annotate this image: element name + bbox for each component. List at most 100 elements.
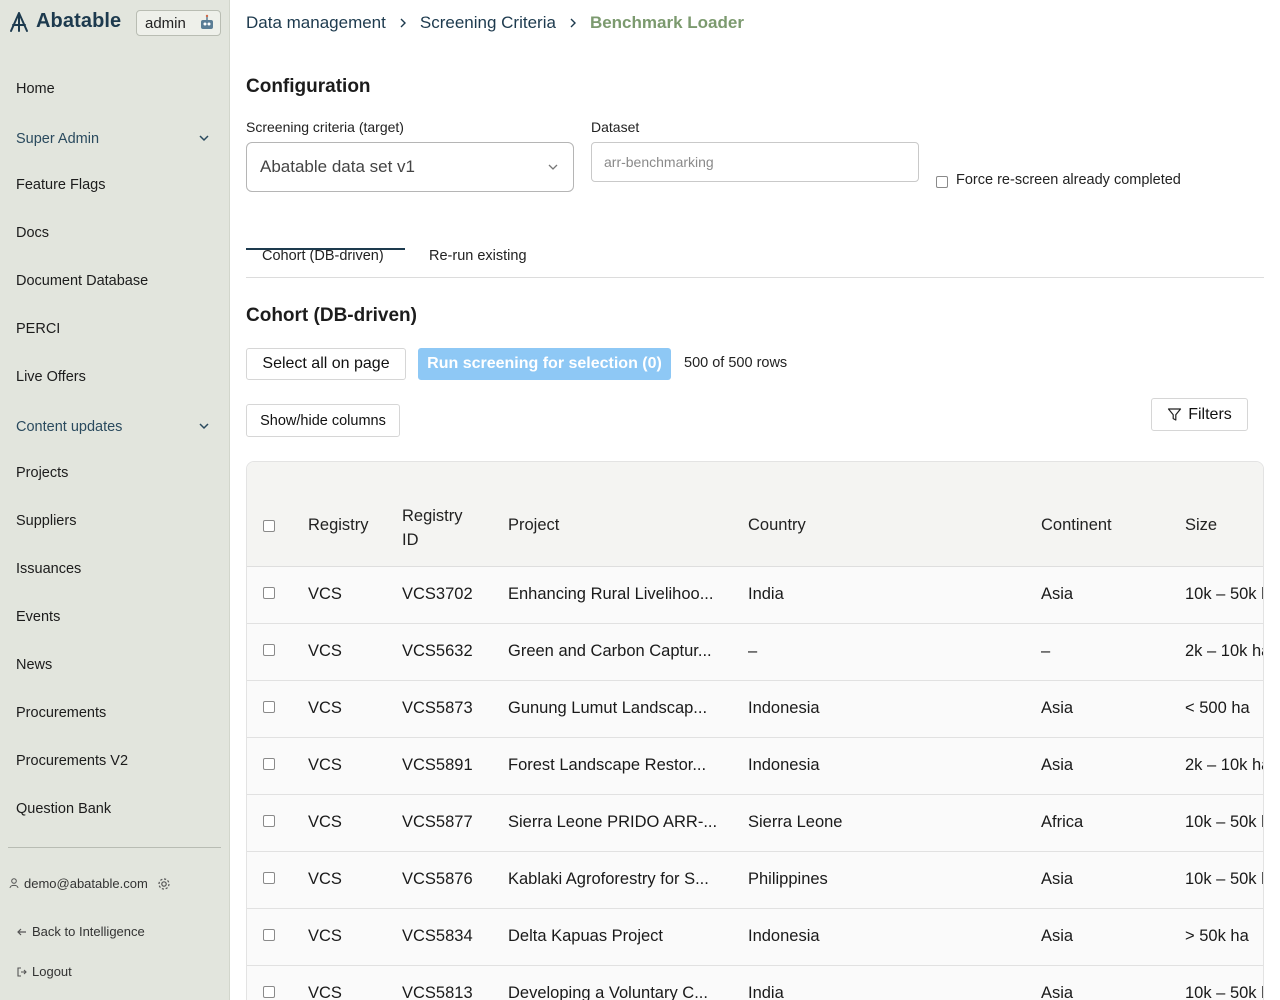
cell-size: > 50k ha [1185, 927, 1249, 945]
sidebar-item-perci[interactable]: PERCI [16, 321, 60, 337]
cell-registry: VCS [308, 585, 342, 603]
cell-project: Enhancing Rural Livelihoo... [508, 585, 714, 603]
cell-project: Gunung Lumut Landscap... [508, 699, 708, 717]
row-checkbox[interactable] [263, 758, 275, 770]
sidebar-item-home[interactable]: Home [16, 81, 55, 97]
force-rescreen-label: Force re-screen already completed [956, 172, 1181, 188]
screening-criteria-value: Abatable data set v1 [260, 157, 416, 176]
column-header-registry-id[interactable]: Registry ID [402, 504, 463, 552]
table-row[interactable]: VCS VCS5876 Kablaki Agroforestry for S..… [247, 852, 1263, 909]
row-checkbox[interactable] [263, 587, 275, 599]
sidebar-item-feature-flags[interactable]: Feature Flags [16, 177, 105, 193]
row-checkbox[interactable] [263, 815, 275, 827]
admin-badge[interactable]: admin [136, 10, 221, 36]
cell-continent: – [1041, 642, 1051, 660]
tab-cohort[interactable]: Cohort (DB-driven) [262, 248, 384, 264]
configuration-heading: Configuration [246, 76, 371, 97]
table-row[interactable]: VCS VCS5632 Green and Carbon Captur... –… [247, 624, 1263, 681]
table-row[interactable]: VCS VCS5834 Delta Kapuas Project Indones… [247, 909, 1263, 966]
column-header-country[interactable]: Country [748, 516, 806, 535]
tab-bar: Cohort (DB-driven) Re-run existing [246, 238, 1264, 278]
filters-button[interactable]: Filters [1151, 398, 1248, 431]
cell-project: Sierra Leone PRIDO ARR-... [508, 813, 718, 831]
screening-criteria-label: Screening criteria (target) [246, 119, 404, 135]
cohort-heading: Cohort (DB-driven) [246, 305, 417, 326]
sidebar-item-issuances[interactable]: Issuances [16, 561, 81, 577]
chevron-right-icon [570, 18, 576, 28]
dataset-input[interactable] [591, 142, 919, 182]
cell-registry-id: VCS5877 [402, 813, 473, 831]
column-header-project[interactable]: Project [508, 516, 559, 535]
cell-size: < 500 ha [1185, 699, 1250, 717]
cell-continent: Asia [1041, 699, 1074, 717]
column-header-registry[interactable]: Registry [308, 516, 369, 535]
cell-registry: VCS [308, 927, 342, 945]
chevron-down-icon[interactable] [198, 420, 210, 432]
chevron-down-icon[interactable] [198, 132, 210, 144]
sidebar-item-docs[interactable]: Docs [16, 225, 49, 241]
select-all-rows-checkbox[interactable] [263, 520, 275, 532]
chevron-right-icon [400, 18, 406, 28]
sidebar-item-procurements-v2[interactable]: Procurements V2 [16, 753, 128, 769]
sidebar-divider [8, 847, 221, 848]
cell-registry-id: VCS5834 [402, 927, 473, 945]
cell-registry-id: VCS5813 [402, 984, 473, 1000]
cell-country: Indonesia [748, 756, 820, 774]
column-header-registry-id-line1: Registry [402, 507, 463, 525]
cell-country: Indonesia [748, 699, 820, 717]
table-row[interactable]: VCS VCS5813 Developing a Voluntary C... … [247, 966, 1263, 1000]
sidebar-item-events[interactable]: Events [16, 609, 60, 625]
show-hide-columns-button[interactable]: Show/hide columns [246, 404, 400, 437]
sidebar-item-question-bank[interactable]: Question Bank [16, 801, 111, 817]
logout-icon [17, 966, 27, 977]
tab-rerun-existing[interactable]: Re-run existing [429, 248, 527, 264]
run-screening-button[interactable]: Run screening for selection (0) [418, 348, 671, 380]
cell-project: Green and Carbon Captur... [508, 642, 712, 660]
cell-continent: Asia [1041, 984, 1074, 1000]
cell-registry: VCS [308, 699, 342, 717]
logout-link[interactable]: Logout [17, 964, 72, 979]
admin-badge-label: admin [145, 14, 186, 32]
rows-count: 500 of 500 rows [684, 355, 788, 371]
table-row[interactable]: VCS VCS5873 Gunung Lumut Landscap... Ind… [247, 681, 1263, 738]
breadcrumb-data-management[interactable]: Data management [246, 13, 386, 33]
sidebar-item-document-database[interactable]: Document Database [16, 273, 148, 289]
sidebar-item-projects[interactable]: Projects [16, 465, 68, 481]
force-rescreen-checkbox[interactable] [936, 176, 948, 188]
cell-size: 10k – 50k ha [1185, 984, 1263, 1000]
cell-registry: VCS [308, 870, 342, 888]
sidebar-item-procurements[interactable]: Procurements [16, 705, 106, 721]
row-checkbox[interactable] [263, 701, 275, 713]
row-checkbox[interactable] [263, 644, 275, 656]
brand-name: Abatable [36, 10, 122, 32]
row-checkbox[interactable] [263, 872, 275, 884]
table-row[interactable]: VCS VCS5877 Sierra Leone PRIDO ARR-... S… [247, 795, 1263, 852]
force-rescreen-option[interactable]: Force re-screen already completed [936, 172, 1181, 188]
table-row[interactable]: VCS VCS5891 Forest Landscape Restor... I… [247, 738, 1263, 795]
cell-size: 10k – 50k ha [1185, 585, 1263, 603]
cell-size: 10k – 50k ha [1185, 870, 1263, 888]
robot-icon [201, 14, 213, 29]
row-checkbox[interactable] [263, 986, 275, 998]
table-row[interactable]: VCS VCS3702 Enhancing Rural Livelihoo...… [247, 567, 1263, 624]
column-header-continent[interactable]: Continent [1041, 516, 1112, 535]
select-all-button[interactable]: Select all on page [246, 348, 406, 380]
cell-project: Forest Landscape Restor... [508, 756, 707, 774]
screening-criteria-select[interactable]: Abatable data set v1 [246, 142, 574, 192]
back-to-intelligence-label: Back to Intelligence [32, 924, 145, 939]
filter-icon [1168, 408, 1182, 421]
sidebar-item-news[interactable]: News [16, 657, 52, 673]
gear-icon[interactable] [157, 877, 171, 891]
active-tab-indicator [246, 248, 405, 250]
sidebar-item-super-admin[interactable]: Super Admin [16, 131, 99, 147]
sidebar-item-suppliers[interactable]: Suppliers [16, 513, 76, 529]
sidebar-item-live-offers[interactable]: Live Offers [16, 369, 86, 385]
breadcrumb-screening-criteria[interactable]: Screening Criteria [420, 13, 556, 33]
brand-logo[interactable]: Abatable [8, 10, 121, 33]
sidebar-item-content-updates[interactable]: Content updates [16, 419, 122, 435]
back-to-intelligence-link[interactable]: Back to Intelligence [17, 924, 145, 939]
cell-continent: Africa [1041, 813, 1084, 831]
table-header: Registry Registry ID Project Country Con… [247, 462, 1263, 567]
row-checkbox[interactable] [263, 929, 275, 941]
column-header-size[interactable]: Size [1185, 516, 1217, 535]
